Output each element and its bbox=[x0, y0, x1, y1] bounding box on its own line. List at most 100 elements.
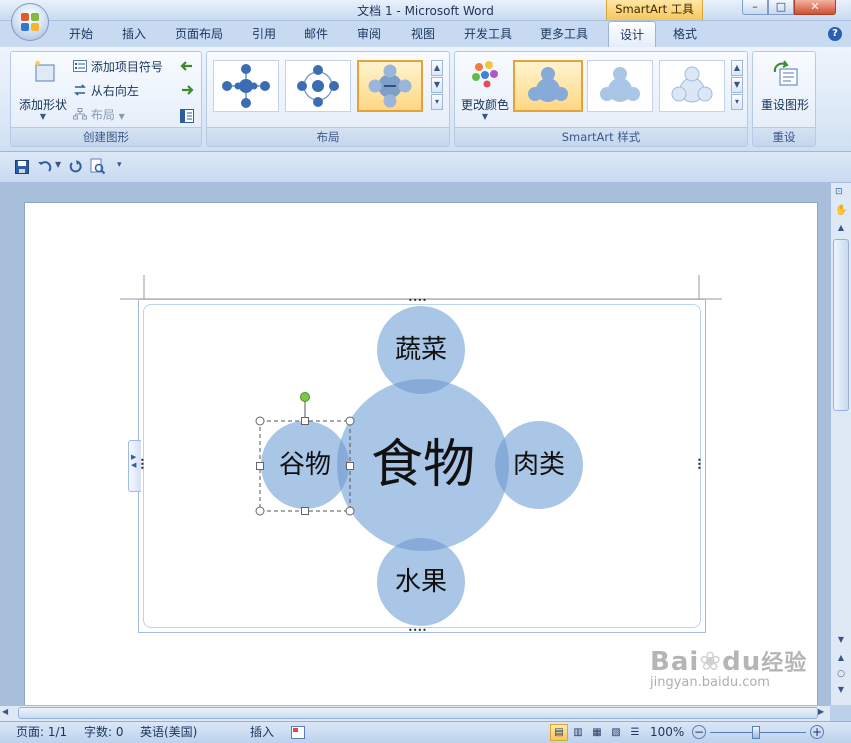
scroll-left-arrow-icon[interactable]: ◀ bbox=[2, 707, 16, 716]
change-colors-label: 更改颜色 bbox=[460, 98, 509, 112]
draft-view-icon[interactable]: ☰ bbox=[626, 724, 644, 741]
chevron-down-icon: ▼ bbox=[118, 112, 125, 121]
change-colors-button[interactable]: 更改颜色 ▼ bbox=[457, 58, 513, 126]
ribbon-tabs: 开始 插入 页面布局 引用 邮件 审阅 视图 开发工具 更多工具 设计 格式 bbox=[0, 21, 851, 47]
macro-record-icon[interactable] bbox=[291, 726, 305, 739]
center-label: 食物 bbox=[371, 435, 475, 495]
group-label-layouts: 布局 bbox=[207, 127, 449, 146]
scroll-up-arrow-icon[interactable]: ▲ bbox=[833, 223, 849, 237]
promote-button[interactable] bbox=[179, 58, 195, 74]
redo-icon[interactable] bbox=[68, 159, 84, 175]
demote-button[interactable] bbox=[179, 82, 195, 98]
add-shape-icon bbox=[35, 60, 55, 82]
zoom-out-icon[interactable]: − bbox=[692, 725, 706, 739]
tab-view[interactable]: 视图 bbox=[400, 21, 446, 47]
horizontal-scroll-thumb[interactable] bbox=[18, 707, 818, 719]
tab-home[interactable]: 开始 bbox=[58, 21, 104, 47]
minimize-button[interactable]: – bbox=[742, 0, 768, 15]
vertical-scroll-thumb[interactable] bbox=[833, 239, 849, 411]
ruler-toggle-icon[interactable]: ⊡ bbox=[835, 187, 847, 199]
help-icon[interactable]: ? bbox=[828, 27, 842, 41]
page-count[interactable]: 页面: 1/1 bbox=[16, 724, 67, 741]
layouts-scroll-down[interactable]: ▼ bbox=[431, 77, 443, 93]
tab-format[interactable]: 格式 bbox=[662, 21, 708, 47]
close-button[interactable]: ✕ bbox=[794, 0, 836, 15]
bullet-list-icon bbox=[73, 60, 87, 72]
right-to-left-button[interactable]: 从右向左 bbox=[73, 82, 139, 100]
styles-scroll-up[interactable]: ▲ bbox=[731, 60, 743, 76]
print-layout-view-icon[interactable]: ▤ bbox=[550, 724, 568, 741]
browse-object-icon[interactable]: ○ bbox=[833, 669, 849, 679]
layout-thumb-2[interactable] bbox=[285, 60, 351, 112]
rotate-handle[interactable] bbox=[300, 392, 310, 402]
add-bullet-button[interactable]: 添加项目符号 bbox=[73, 58, 163, 76]
horizontal-scrollbar[interactable]: ◀ ▶ bbox=[0, 705, 830, 722]
tab-review[interactable]: 审阅 bbox=[346, 21, 392, 47]
next-page-icon[interactable]: ▼ bbox=[833, 685, 849, 694]
basic-radial-icon bbox=[368, 64, 412, 108]
word-count[interactable]: 字数: 0 bbox=[84, 724, 124, 741]
resize-handle[interactable] bbox=[301, 507, 309, 515]
style-thumb-2[interactable] bbox=[587, 60, 653, 112]
scroll-down-arrow-icon[interactable]: ▼ bbox=[833, 635, 849, 649]
brand-part-b: du bbox=[722, 647, 762, 677]
org-layout-icon bbox=[73, 108, 87, 120]
layouts-scroll-up[interactable]: ▲ bbox=[431, 60, 443, 76]
tab-page-layout[interactable]: 页面布局 bbox=[164, 21, 234, 47]
styles-scroll-down[interactable]: ▼ bbox=[731, 77, 743, 93]
office-button[interactable] bbox=[11, 3, 49, 41]
language-indicator[interactable]: 英语(美国) bbox=[140, 724, 197, 741]
style-thumb-3[interactable] bbox=[659, 60, 725, 112]
insert-mode[interactable]: 插入 bbox=[250, 724, 274, 741]
styles-more[interactable]: ▾ bbox=[731, 94, 743, 110]
tab-developer[interactable]: 开发工具 bbox=[454, 21, 522, 47]
maximize-button[interactable]: □ bbox=[768, 0, 794, 15]
save-icon[interactable] bbox=[15, 160, 29, 174]
vertical-scrollbar[interactable]: ⊡ ✋ ▲ ▼ ▲ ○ ▼ bbox=[830, 183, 851, 705]
resize-handle[interactable] bbox=[255, 506, 265, 516]
swap-direction-icon bbox=[74, 84, 86, 96]
outline-view-icon[interactable]: ▧ bbox=[607, 724, 625, 741]
reset-graphic-button[interactable]: 重设图形 bbox=[755, 58, 815, 118]
web-layout-icon[interactable]: ▦ bbox=[588, 724, 606, 741]
zoom-level[interactable]: 100% bbox=[650, 724, 684, 741]
group-create-graphic: 添加形状 ▼ 添加项目符号 从右向左 布局 ▼ 创建图形 bbox=[10, 51, 202, 147]
previous-page-icon[interactable]: ▲ bbox=[833, 653, 849, 662]
ribbon: 添加形状 ▼ 添加项目符号 从右向左 布局 ▼ 创建图形 ▲ ▼ ▾ 布局 更改… bbox=[0, 47, 851, 152]
chevron-down-icon: ▼ bbox=[481, 112, 489, 121]
resize-handle[interactable] bbox=[345, 416, 355, 426]
undo-icon[interactable] bbox=[36, 159, 52, 175]
resize-handle[interactable] bbox=[256, 462, 264, 470]
style-thumb-1[interactable] bbox=[513, 60, 583, 112]
text-pane-icon bbox=[180, 109, 194, 123]
resize-handle[interactable] bbox=[255, 416, 265, 426]
layout-thumb-3[interactable] bbox=[357, 60, 423, 112]
customize-qat-icon[interactable]: ▾ bbox=[117, 160, 122, 170]
style-subtle-icon bbox=[600, 67, 640, 102]
zoom-slider-thumb[interactable] bbox=[752, 726, 760, 739]
document-page[interactable]: •••• •••• • • • • • • ▶ ◀ 食物 蔬菜 肉类 水果 谷物 bbox=[24, 202, 818, 705]
zoom-in-icon[interactable]: + bbox=[810, 725, 824, 739]
resize-handle[interactable] bbox=[346, 462, 354, 470]
tab-more-tools[interactable]: 更多工具 bbox=[530, 21, 598, 47]
tab-design[interactable]: 设计 bbox=[608, 21, 656, 47]
resize-handle[interactable] bbox=[345, 506, 355, 516]
full-screen-reading-icon[interactable]: ▥ bbox=[569, 724, 587, 741]
smartart-tools-header: SmartArt 工具 bbox=[606, 0, 703, 20]
scroll-right-arrow-icon[interactable]: ▶ bbox=[818, 707, 830, 716]
print-preview-icon[interactable] bbox=[90, 158, 106, 175]
tab-insert[interactable]: 插入 bbox=[112, 21, 156, 47]
undo-dropdown-icon[interactable]: ▼ bbox=[55, 160, 61, 169]
paw-icon: ❀ bbox=[699, 647, 723, 677]
layouts-more[interactable]: ▾ bbox=[431, 94, 443, 110]
smartart-diagram: 食物 蔬菜 肉类 水果 谷物 bbox=[255, 306, 583, 626]
pan-hand-icon[interactable]: ✋ bbox=[835, 205, 847, 217]
tab-mailings[interactable]: 邮件 bbox=[294, 21, 338, 47]
layout-thumb-1[interactable] bbox=[213, 60, 279, 112]
add-shape-button[interactable]: 添加形状 ▼ bbox=[15, 58, 71, 124]
text-pane-button[interactable] bbox=[179, 108, 195, 124]
resize-handle[interactable] bbox=[301, 417, 309, 425]
layout-button[interactable]: 布局 ▼ bbox=[73, 106, 125, 124]
tab-references[interactable]: 引用 bbox=[242, 21, 286, 47]
add-shape-label: 添加形状 bbox=[18, 98, 67, 112]
